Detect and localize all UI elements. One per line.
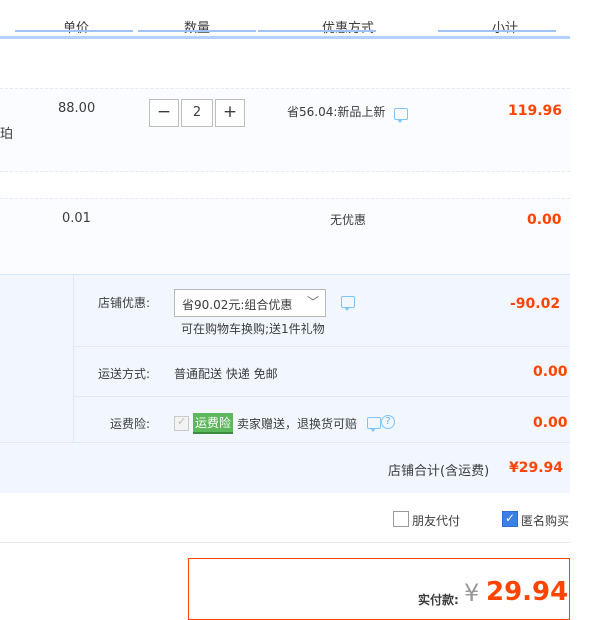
minus-icon: − xyxy=(156,102,172,122)
quantity-stepper: − 2 + xyxy=(149,99,245,127)
shipping-value: 普通配送 快递 免邮 xyxy=(174,367,278,381)
item-price: 88.00 xyxy=(58,101,96,116)
friend-pay-label[interactable]: 朋友代付 xyxy=(412,512,460,529)
chat-icon[interactable] xyxy=(394,108,408,123)
checkmark-icon: ✓ xyxy=(177,415,187,428)
currency-symbol: ¥ xyxy=(464,579,480,607)
item-subtotal: 119.96 xyxy=(508,103,563,119)
checkmark-icon: ✓ xyxy=(505,511,516,525)
insurance-checkbox[interactable]: ✓ xyxy=(174,415,189,431)
plus-button[interactable]: + xyxy=(215,99,245,127)
item-discount: 无优惠 xyxy=(330,213,367,227)
header-discount: 优惠方式 xyxy=(322,21,375,36)
item-title-fragment: 珀 xyxy=(0,127,14,142)
promo-amount: -90.02 xyxy=(510,296,561,312)
chat-icon[interactable] xyxy=(367,417,381,432)
table-header: 单价 数量 优惠方式 小计 xyxy=(0,0,570,39)
divider xyxy=(73,346,569,347)
promo-label: 店铺优惠: xyxy=(98,296,151,310)
checkout-label: 实付款: xyxy=(418,593,459,607)
help-icon[interactable]: ? xyxy=(381,415,395,429)
header-subtotal: 小计 xyxy=(492,21,519,36)
shop-total-amount: ¥29.94 xyxy=(509,460,564,476)
chevron-down-icon: ﹀ xyxy=(306,295,319,309)
checkout-amount: 29.94 xyxy=(486,577,569,607)
promo-select[interactable]: 省90.02元:组合优惠 ﹀ xyxy=(174,289,326,317)
minus-button[interactable]: − xyxy=(149,99,179,127)
shop-left-panel xyxy=(0,275,73,443)
header-underline xyxy=(15,30,133,32)
header-underline xyxy=(138,30,256,32)
item-subtotal: 0.00 xyxy=(527,212,562,228)
shipping-amount: 0.00 xyxy=(533,364,568,380)
divider xyxy=(0,442,570,443)
insurance-badge: 运费险 xyxy=(193,413,234,434)
friend-pay-checkbox[interactable] xyxy=(393,511,409,527)
plus-icon: + xyxy=(222,102,238,122)
insurance-label: 运费险: xyxy=(110,417,151,431)
insurance-amount: 0.00 xyxy=(533,415,568,431)
header-underline xyxy=(438,30,556,32)
header-underline xyxy=(258,30,376,32)
item-price: 0.01 xyxy=(62,211,91,226)
anonymous-checkbox[interactable]: ✓ xyxy=(502,511,518,527)
anonymous-label[interactable]: 匿名购买 xyxy=(521,512,569,529)
promo-selected-value: 省90.02元:组合优惠 xyxy=(182,298,293,312)
insurance-text: 卖家赠送，退换货可赔 xyxy=(237,417,358,431)
promo-note: 可在购物车换购;送1件礼物 xyxy=(181,322,325,336)
header-quantity: 数量 xyxy=(184,21,211,36)
shipping-label: 运送方式: xyxy=(98,367,151,381)
shop-total-label: 店铺合计(含运费) xyxy=(388,464,490,479)
item-discount: 省56.04:新品上新 xyxy=(287,105,386,119)
chat-icon[interactable] xyxy=(341,296,355,311)
divider xyxy=(73,396,569,397)
divider xyxy=(0,542,570,543)
header-price: 单价 xyxy=(63,21,90,36)
quantity-input[interactable]: 2 xyxy=(181,99,213,127)
item-row xyxy=(0,198,570,275)
